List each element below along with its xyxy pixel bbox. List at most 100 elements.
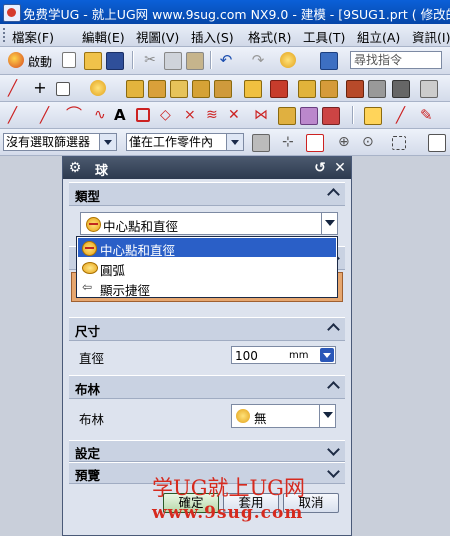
- menu-insert[interactable]: 插入(S): [191, 27, 234, 46]
- arc-icon[interactable]: ⌒: [66, 107, 82, 123]
- snap-midpoint-icon[interactable]: [306, 134, 324, 152]
- snap-point-icon[interactable]: [364, 107, 382, 125]
- new-file-icon[interactable]: [62, 52, 76, 68]
- point-icon[interactable]: +: [32, 80, 48, 96]
- menu-view[interactable]: 視圖(V): [136, 27, 179, 46]
- command-search-input[interactable]: 尋找指令: [350, 51, 442, 69]
- undo-icon[interactable]: ↶: [218, 52, 234, 68]
- command-finder-icon[interactable]: [320, 52, 338, 70]
- snap-endpoint-icon[interactable]: ⊹: [282, 134, 298, 150]
- view-orient-icon[interactable]: [428, 134, 446, 152]
- chevron-down-icon[interactable]: [321, 213, 337, 234]
- menu-format[interactable]: 格式(R): [248, 27, 291, 46]
- associative-line-icon[interactable]: ╱: [396, 107, 412, 123]
- expand-down-icon[interactable]: [328, 445, 340, 457]
- chevron-down-icon[interactable]: [320, 348, 334, 362]
- extrude-icon[interactable]: [192, 80, 210, 98]
- sketch-line-icon[interactable]: ╱: [8, 107, 24, 123]
- diameter-label: 直徑: [79, 351, 105, 366]
- paste-icon[interactable]: [186, 52, 204, 70]
- diameter-value: 100: [235, 349, 258, 363]
- cut-icon[interactable]: ✂: [142, 52, 158, 68]
- mirror-icon[interactable]: [392, 80, 410, 98]
- menu-edit[interactable]: 編輯(E): [82, 27, 125, 46]
- select-all-icon[interactable]: [252, 134, 270, 152]
- section-boolean-header[interactable]: 布林: [69, 375, 345, 399]
- toolbar-grip[interactable]: [3, 28, 8, 42]
- selection-scope-select[interactable]: 僅在工作零件內: [126, 133, 244, 151]
- copy-icon[interactable]: [164, 52, 182, 70]
- edit-curve-icon[interactable]: ✎: [420, 107, 436, 123]
- section-preview-title: 預覽: [75, 468, 101, 483]
- window-title-bar: 免费学UG - 就上UG网 www.9sug.com NX9.0 - 建模 - …: [0, 0, 450, 24]
- menu-info[interactable]: 資訊(I): [412, 27, 450, 46]
- gear-icon[interactable]: ⚙: [67, 160, 83, 176]
- type-combo-value: 中心點和直徑: [103, 219, 179, 234]
- text-icon[interactable]: A: [114, 107, 130, 123]
- boolean-combo[interactable]: 無: [231, 404, 336, 428]
- shell-icon[interactable]: [368, 80, 386, 98]
- section-dimensions-header[interactable]: 尺寸: [69, 317, 345, 341]
- start-menu-label[interactable]: 啟動: [28, 53, 52, 70]
- wave-link-icon[interactable]: [322, 107, 340, 125]
- trim-body-icon[interactable]: [346, 80, 364, 98]
- type-option-center-diameter[interactable]: 中心點和直徑: [78, 238, 336, 258]
- chevron-down-icon[interactable]: [226, 134, 243, 150]
- box-select-icon[interactable]: [392, 136, 406, 150]
- type-option-label: 中心點和直徑: [100, 243, 176, 258]
- cone-icon[interactable]: [170, 80, 188, 98]
- extract-geometry-icon[interactable]: [300, 107, 318, 125]
- bridge-curve-icon[interactable]: ✕: [228, 107, 244, 123]
- collapse-up-icon[interactable]: [328, 322, 340, 334]
- open-folder-icon[interactable]: [84, 52, 102, 70]
- datum-plane-icon[interactable]: [56, 82, 70, 96]
- revolve-icon[interactable]: [214, 80, 232, 98]
- start-icon[interactable]: [8, 52, 24, 68]
- menu-tools[interactable]: 工具(T): [303, 27, 345, 46]
- section-settings-header[interactable]: 設定: [69, 440, 345, 462]
- expand-down-icon[interactable]: [328, 467, 340, 479]
- type-option-shortcuts[interactable]: ⇦ 顯示捷徑: [78, 278, 336, 298]
- type-option-label: 顯示捷徑: [100, 283, 151, 298]
- collapse-up-icon[interactable]: [328, 380, 340, 392]
- menu-assembly[interactable]: 組立(A): [357, 27, 400, 46]
- pattern-icon[interactable]: [420, 80, 438, 98]
- chamfer-icon[interactable]: [320, 80, 338, 98]
- unite-icon[interactable]: [270, 80, 288, 98]
- reset-icon[interactable]: ↺: [311, 159, 329, 177]
- hole-icon[interactable]: [244, 80, 262, 98]
- selection-bar: 沒有選取篩選器 僅在工作零件內 ⊹ ⊕ ⊙: [0, 129, 450, 156]
- edge-blend-icon[interactable]: [298, 80, 316, 98]
- sphere-icon[interactable]: [280, 52, 296, 68]
- offset-curve-icon[interactable]: [136, 108, 150, 122]
- cylinder-icon[interactable]: [148, 80, 166, 98]
- sphere-feature-icon[interactable]: [90, 80, 106, 96]
- type-filter-select[interactable]: 沒有選取篩選器: [3, 133, 117, 151]
- chevron-down-icon[interactable]: [99, 134, 116, 150]
- section-settings-title: 設定: [75, 446, 101, 461]
- spline-icon[interactable]: ∿: [94, 107, 110, 123]
- type-option-arc[interactable]: 圓弧: [78, 258, 336, 278]
- section-curve-icon[interactable]: ≋: [206, 107, 222, 123]
- line-icon[interactable]: ╱: [8, 80, 24, 96]
- join-curve-icon[interactable]: ⋈: [254, 107, 270, 123]
- diameter-input[interactable]: 100 mm: [231, 346, 336, 364]
- block-icon[interactable]: [126, 80, 144, 98]
- project-curve-icon[interactable]: ◇: [160, 107, 176, 123]
- intersect-curve-icon[interactable]: ⨯: [184, 107, 200, 123]
- snap-center-icon[interactable]: ⊕: [338, 134, 354, 150]
- isoparametric-icon[interactable]: [278, 107, 296, 125]
- type-combo[interactable]: 中心點和直徑: [80, 212, 338, 235]
- collapse-up-icon[interactable]: [328, 187, 340, 199]
- redo-icon[interactable]: ↷: [250, 52, 266, 68]
- chevron-down-icon[interactable]: [319, 405, 335, 427]
- section-type-header[interactable]: 類型: [69, 182, 345, 206]
- toolbar-separator: [210, 51, 212, 69]
- menu-file[interactable]: 檔案(F): [12, 27, 54, 46]
- polyline-icon[interactable]: ╱: [40, 107, 56, 123]
- snap-quadrant-icon[interactable]: ⊙: [362, 134, 378, 150]
- save-icon[interactable]: [106, 52, 124, 70]
- section-dimensions-title: 尺寸: [75, 324, 101, 339]
- close-icon[interactable]: ✕: [331, 159, 349, 177]
- arc-icon: [82, 262, 98, 274]
